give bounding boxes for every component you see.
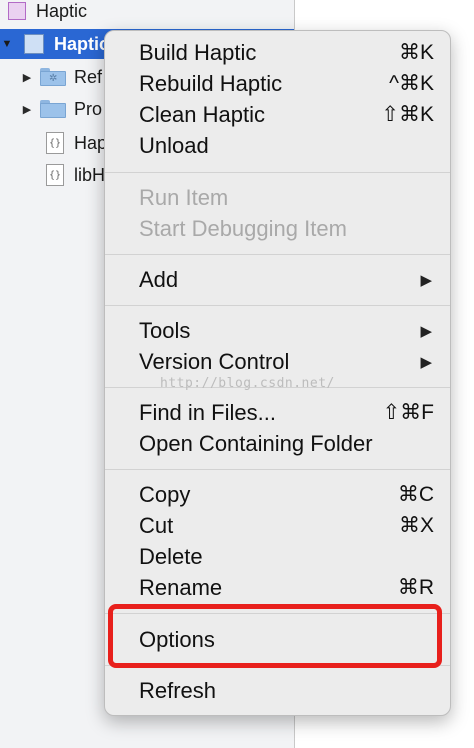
menu-item-add[interactable]: Add ▶: [105, 264, 450, 295]
menu-item-open-containing-folder[interactable]: Open Containing Folder: [105, 428, 450, 459]
tree-item-pro[interactable]: ▶ Pro: [20, 94, 102, 124]
annotation-highlight-box: [108, 604, 442, 668]
tree-item-label: Ref: [74, 66, 103, 87]
folder-icon: [40, 100, 66, 118]
tree-item-references[interactable]: ▶ ✲ Ref: [20, 62, 102, 92]
menu-item-label: Tools: [139, 317, 191, 343]
menu-item-build[interactable]: Build Haptic ⌘K: [105, 37, 450, 68]
menu-item-label: Rename: [139, 574, 223, 600]
disclosure-expanded-icon[interactable]: ▼: [0, 38, 14, 50]
menu-item-clean[interactable]: Clean Haptic ⇧⌘K: [105, 99, 450, 130]
menu-item-label: Find in Files...: [139, 399, 276, 425]
menu-item-label: Add: [139, 266, 179, 292]
menu-separator: [105, 305, 450, 306]
menu-separator: [105, 254, 450, 255]
tree-item-label: Haptic: [36, 0, 88, 21]
menu-item-unload[interactable]: Unload: [105, 130, 450, 161]
menu-item-label: Delete: [139, 543, 203, 569]
tree-item-label: Pro: [74, 98, 103, 119]
submenu-arrow-icon: ▶: [420, 353, 432, 371]
menu-item-rebuild[interactable]: Rebuild Haptic ^⌘K: [105, 68, 450, 99]
project-icon: [24, 34, 44, 54]
menu-item-label: Version Control: [139, 348, 290, 374]
menu-item-cut[interactable]: Cut ⌘X: [105, 510, 450, 541]
file-icon: {}: [46, 132, 64, 154]
tree-item-lib-file[interactable]: {} libH: [46, 160, 105, 190]
menu-item-label: Refresh: [139, 677, 217, 703]
menu-separator: [105, 172, 450, 173]
submenu-arrow-icon: ▶: [420, 271, 432, 289]
menu-item-refresh[interactable]: Refresh: [105, 675, 450, 706]
menu-item-label: Cut: [139, 512, 174, 538]
menu-item-tools[interactable]: Tools ▶: [105, 315, 450, 346]
menu-item-label: Clean Haptic: [139, 101, 265, 127]
menu-item-version-control[interactable]: Version Control ▶: [105, 346, 450, 377]
shortcut-label: ⇧⌘K: [381, 103, 434, 126]
menu-separator: [105, 469, 450, 470]
submenu-arrow-icon: ▶: [420, 322, 432, 340]
disclosure-collapsed-icon[interactable]: ▶: [20, 71, 34, 84]
shortcut-label: ⌘X: [398, 514, 434, 537]
watermark-text: http://blog.csdn.net/: [160, 376, 335, 391]
shortcut-label: ⌘K: [398, 41, 434, 64]
menu-item-label: Build Haptic: [139, 39, 257, 65]
tree-item-hap-file[interactable]: {} Hap: [46, 128, 107, 158]
menu-item-label: Unload: [139, 132, 209, 158]
tree-item-label: Hap: [74, 132, 108, 153]
menu-item-start-debugging: Start Debugging Item: [105, 213, 450, 244]
shortcut-label: ⌘R: [397, 576, 434, 599]
shortcut-label: ⌘C: [397, 483, 434, 506]
menu-item-label: Run Item: [139, 184, 229, 210]
tree-item-label: Haptic: [54, 33, 110, 54]
menu-item-run-item: Run Item: [105, 182, 450, 213]
menu-item-label: Rebuild Haptic: [139, 70, 283, 96]
menu-item-label: Start Debugging Item: [139, 215, 347, 241]
menu-item-copy[interactable]: Copy ⌘C: [105, 479, 450, 510]
menu-item-label: Copy: [139, 481, 191, 507]
menu-item-find-in-files[interactable]: Find in Files... ⇧⌘F: [105, 397, 450, 428]
tree-item-haptic-top[interactable]: Haptic: [8, 0, 87, 26]
folder-gear-icon: ✲: [40, 68, 66, 86]
menu-item-label: Open Containing Folder: [139, 430, 373, 456]
menu-item-rename[interactable]: Rename ⌘R: [105, 572, 450, 603]
project-icon: [8, 2, 26, 20]
shortcut-label: ^⌘K: [389, 72, 434, 95]
tree-item-label: libH: [74, 164, 106, 185]
file-icon: {}: [46, 164, 64, 186]
disclosure-collapsed-icon[interactable]: ▶: [20, 103, 34, 116]
menu-item-delete[interactable]: Delete: [105, 541, 450, 572]
shortcut-label: ⇧⌘F: [382, 401, 434, 424]
